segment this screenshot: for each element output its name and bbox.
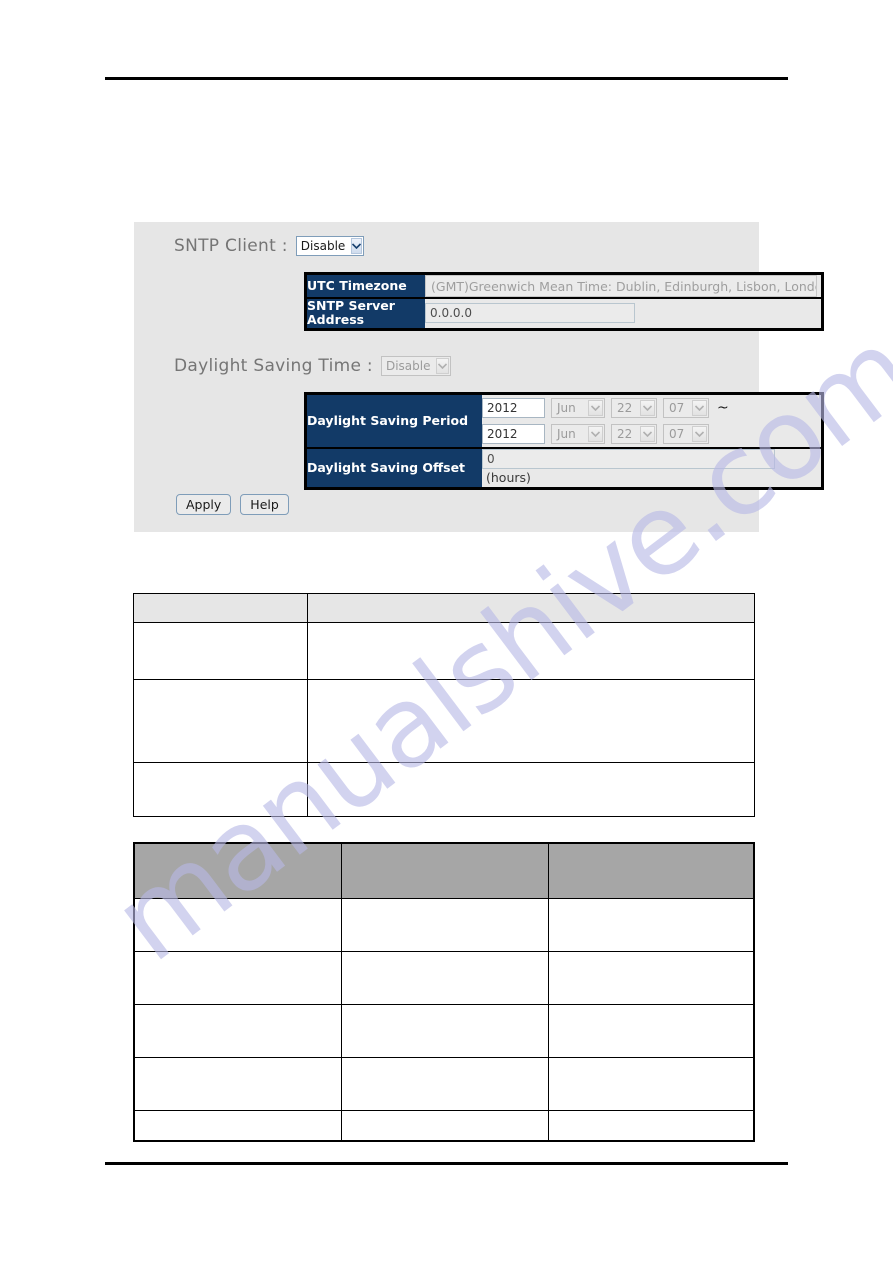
cell-notes xyxy=(548,1004,755,1058)
dst-end-year-input[interactable]: 2012 xyxy=(482,424,545,444)
column-header-notes xyxy=(548,842,755,899)
daylight-saving-period-value-cell: 2012 Jun 22 07 ~ 2012 Jun 22 07 xyxy=(482,395,821,449)
chevron-down-icon[interactable] xyxy=(692,426,707,442)
utc-timezone-select[interactable]: (GMT)Greenwich Mean Time: Dublin, Edinbu… xyxy=(425,275,817,297)
table-row xyxy=(133,951,755,1005)
dst-end-month-value: Jun xyxy=(557,427,576,441)
parameter-description-table xyxy=(133,593,755,817)
column-header-description xyxy=(341,842,549,899)
cell-notes xyxy=(548,951,755,1005)
dst-start-month-select[interactable]: Jun xyxy=(551,398,605,418)
table-row: Daylight Saving Period 2012 Jun 22 07 ~ … xyxy=(307,395,821,449)
utc-timezone-table: UTC Timezone (GMT)Greenwich Mean Time: D… xyxy=(304,272,824,331)
dst-start-hour-value: 07 xyxy=(669,401,685,415)
sntp-client-select-value: Disable xyxy=(300,239,346,253)
table-row: Daylight Saving Offset 0(hours) xyxy=(307,448,821,487)
daylight-saving-period-end-row: 2012 Jun 22 07 xyxy=(482,421,821,447)
dst-start-day-select[interactable]: 22 xyxy=(611,398,657,418)
cell-parameter xyxy=(133,762,308,817)
chevron-down-icon[interactable] xyxy=(640,400,655,416)
chevron-down-icon[interactable] xyxy=(436,358,449,374)
cell-description xyxy=(341,1004,549,1058)
daylight-saving-offset-input[interactable]: 0 xyxy=(482,449,775,469)
dst-end-day-select[interactable]: 22 xyxy=(611,424,657,444)
daylight-saving-period-start-row: 2012 Jun 22 07 ~ xyxy=(482,395,821,421)
chevron-down-icon[interactable] xyxy=(588,400,603,416)
cell-description xyxy=(307,762,755,817)
chevron-down-icon[interactable] xyxy=(640,426,655,442)
dst-start-hour-select[interactable]: 07 xyxy=(663,398,709,418)
period-separator: ~ xyxy=(717,400,729,416)
cell-parameter xyxy=(133,622,308,680)
daylight-saving-time-select[interactable]: Disable xyxy=(380,356,451,376)
cell-notes xyxy=(548,1110,755,1142)
action-button-bar: Apply Help xyxy=(176,494,289,515)
help-button[interactable]: Help xyxy=(240,494,289,515)
dst-end-month-select[interactable]: Jun xyxy=(551,424,605,444)
chevron-down-icon[interactable] xyxy=(692,400,707,416)
column-header-description xyxy=(307,593,755,623)
utc-timezone-value-cell: (GMT)Greenwich Mean Time: Dublin, Edinbu… xyxy=(425,275,821,299)
apply-button[interactable]: Apply xyxy=(176,494,232,515)
cell-object xyxy=(133,1004,342,1058)
daylight-saving-time-label: Daylight Saving Time : xyxy=(174,356,373,376)
sntp-client-field: SNTP Client : Disable xyxy=(174,236,364,256)
table-row xyxy=(133,762,755,817)
sntp-client-label: SNTP Client : xyxy=(174,236,288,256)
dst-start-month-value: Jun xyxy=(557,401,576,415)
table-row: SNTP Server Address 0.0.0.0 xyxy=(307,298,821,328)
table-header-row xyxy=(133,842,755,899)
cell-description xyxy=(307,622,755,680)
table-header-row xyxy=(133,593,755,623)
cell-description xyxy=(341,898,549,952)
daylight-saving-period-label: Daylight Saving Period xyxy=(307,395,482,449)
utc-timezone-select-value: (GMT)Greenwich Mean Time: Dublin, Edinbu… xyxy=(431,278,817,294)
sntp-server-address-value-cell: 0.0.0.0 xyxy=(425,298,821,328)
chevron-down-icon[interactable] xyxy=(588,426,603,442)
page-header-rule xyxy=(105,77,788,80)
dst-end-day-value: 22 xyxy=(617,427,633,441)
sntp-server-address-label: SNTP Server Address xyxy=(307,298,425,328)
page-footer-rule xyxy=(105,1162,788,1165)
daylight-saving-offset-value-cell: 0(hours) xyxy=(482,448,821,487)
table-row xyxy=(133,1110,755,1142)
cell-object xyxy=(133,1110,342,1142)
daylight-saving-offset-label: Daylight Saving Offset xyxy=(307,448,482,487)
table-row xyxy=(133,679,755,763)
dst-start-year-input[interactable]: 2012 xyxy=(482,398,545,418)
cell-object xyxy=(133,951,342,1005)
daylight-saving-time-select-value: Disable xyxy=(385,359,431,373)
cell-description xyxy=(307,679,755,763)
cell-parameter xyxy=(133,679,308,763)
table-row: UTC Timezone (GMT)Greenwich Mean Time: D… xyxy=(307,275,821,299)
chevron-down-icon[interactable] xyxy=(351,238,363,254)
buttons-description-table xyxy=(133,842,755,1142)
cell-description xyxy=(341,951,549,1005)
cell-description xyxy=(341,1110,549,1142)
dst-end-hour-select[interactable]: 07 xyxy=(663,424,709,444)
daylight-saving-time-field: Daylight Saving Time : Disable xyxy=(174,356,451,376)
dst-end-hour-value: 07 xyxy=(669,427,685,441)
sntp-server-address-input[interactable]: 0.0.0.0 xyxy=(425,303,635,324)
table-row xyxy=(133,1057,755,1111)
column-header-parameter xyxy=(133,593,308,623)
table-row xyxy=(133,1004,755,1058)
sntp-client-select[interactable]: Disable xyxy=(295,236,364,256)
table-row xyxy=(133,898,755,952)
utc-timezone-label: UTC Timezone xyxy=(307,275,425,299)
cell-description xyxy=(341,1057,549,1111)
cell-object xyxy=(133,898,342,952)
offset-units-label: (hours) xyxy=(486,470,531,486)
cell-object xyxy=(133,1057,342,1111)
sntp-configuration-panel: SNTP Client : Disable UTC Timezone (GMT)… xyxy=(134,222,824,532)
column-header-object xyxy=(133,842,342,899)
cell-notes xyxy=(548,898,755,952)
daylight-saving-table: Daylight Saving Period 2012 Jun 22 07 ~ … xyxy=(304,392,824,490)
table-row xyxy=(133,622,755,680)
cell-notes xyxy=(548,1057,755,1111)
dst-start-day-value: 22 xyxy=(617,401,633,415)
